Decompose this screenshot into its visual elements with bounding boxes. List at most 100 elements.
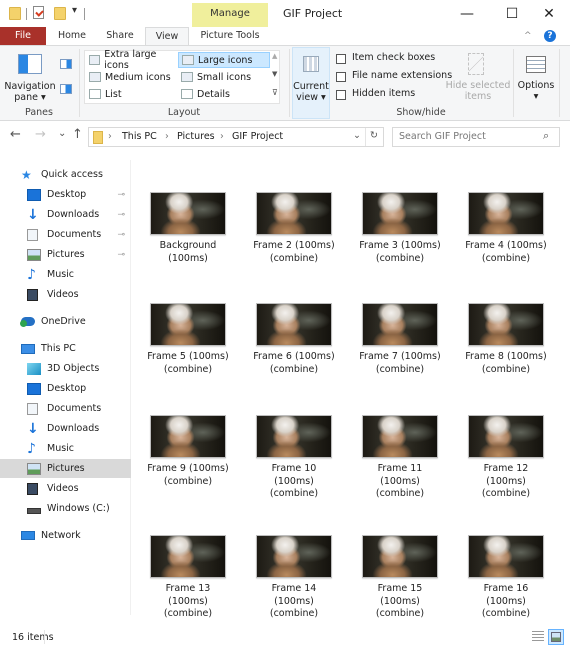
layout-large-icons[interactable]: Large icons <box>178 52 270 68</box>
sidebar-item-onedrive[interactable]: OneDrive <box>0 312 131 331</box>
search-input[interactable]: Search GIF Project <box>399 131 486 142</box>
file-item[interactable]: Frame 12 (100ms) (combine) <box>453 415 559 501</box>
sidebar-item-videos[interactable]: Videos <box>0 479 131 498</box>
file-name-extensions-label[interactable]: File name extensions <box>352 70 452 81</box>
breadcrumb-separator[interactable]: › <box>108 131 112 142</box>
details-pane-icon[interactable] <box>60 84 72 94</box>
breadcrumb-separator[interactable]: › <box>165 131 169 142</box>
current-view-button[interactable]: Current view ▾ <box>292 47 330 119</box>
breadcrumb-gif-project[interactable]: GIF Project <box>232 131 283 142</box>
tab-share[interactable]: Share <box>98 27 142 45</box>
layout-extra-large-icons[interactable]: Extra large icons <box>86 49 178 71</box>
address-bar[interactable]: › This PC › Pictures › GIF Project ⌄ ↻ <box>88 127 384 147</box>
show-hide-group-label: Show/hide <box>396 107 446 118</box>
large-icons-view-button[interactable] <box>548 629 564 645</box>
documents-icon <box>27 228 38 241</box>
gallery-scroll-up-icon[interactable]: ▲ <box>272 52 277 60</box>
new-folder-icon[interactable] <box>54 7 66 20</box>
file-name: Frame 16 (100ms) (combine) <box>481 583 531 619</box>
tab-view[interactable]: View <box>145 27 189 46</box>
hidden-items-checkbox[interactable] <box>336 90 346 100</box>
breadcrumb-this-pc[interactable]: This PC <box>122 131 157 142</box>
options-button[interactable]: Options ▾ <box>516 50 556 106</box>
file-grid: Background (100ms) Frame 2 (100ms) (combi… <box>135 160 565 625</box>
file-item[interactable]: Frame 15 (100ms) (combine) <box>347 535 453 621</box>
address-dropdown-icon[interactable]: ⌄ <box>353 130 361 141</box>
close-button[interactable]: ✕ <box>526 0 570 27</box>
file-item[interactable]: Frame 9 (100ms) (combine) <box>135 415 241 488</box>
pin-icon[interactable]: ⊸ <box>117 210 125 220</box>
sidebar-item-windows-c[interactable]: Windows (C:) <box>0 499 131 518</box>
properties-icon[interactable] <box>33 6 44 19</box>
file-item[interactable]: Frame 13 (100ms) (combine) <box>135 535 241 621</box>
file-item[interactable]: Frame 10 (100ms) (combine) <box>241 415 347 501</box>
preview-pane-icon[interactable] <box>60 59 72 69</box>
sidebar-item-quick-access[interactable]: ★ Quick access <box>0 165 131 184</box>
layout-medium-icons[interactable]: Medium icons <box>86 69 178 85</box>
sidebar-item-documents[interactable]: Documents <box>0 399 131 418</box>
pin-icon[interactable]: ⊸ <box>117 190 125 200</box>
sidebar-item-desktop[interactable]: Desktop <box>0 379 131 398</box>
file-name-extensions-checkbox[interactable] <box>336 72 346 82</box>
file-item[interactable]: Frame 3 (100ms) (combine) <box>347 192 453 265</box>
search-box[interactable]: Search GIF Project ⌕ <box>392 127 560 147</box>
minimize-button[interactable]: — <box>444 0 490 27</box>
file-item[interactable]: Frame 4 (100ms) (combine) <box>453 192 559 265</box>
file-item[interactable]: Frame 16 (100ms) (combine) <box>453 535 559 621</box>
help-icon[interactable]: ? <box>544 30 556 42</box>
gallery-scroll-down-icon[interactable]: ▼ <box>272 70 277 78</box>
file-name: Frame 10 (100ms) (combine) <box>269 463 319 499</box>
item-check-boxes-checkbox[interactable] <box>336 54 346 64</box>
hidden-items-label[interactable]: Hidden items <box>352 88 415 99</box>
sidebar-item-3d-objects[interactable]: 3D Objects <box>0 359 131 378</box>
layout-small-icons[interactable]: Small icons <box>178 69 270 85</box>
navigation-pane-label: Navigation pane ▾ <box>4 81 56 103</box>
sidebar-item-downloads[interactable]: ↓ Downloads ⊸ <box>0 205 131 224</box>
layout-list[interactable]: List <box>86 86 178 102</box>
sidebar-label: Desktop <box>47 383 87 394</box>
sidebar-item-this-pc[interactable]: This PC <box>0 339 131 358</box>
gallery-expand-icon[interactable]: ⊽ <box>272 88 278 97</box>
sidebar-item-videos[interactable]: Videos <box>0 285 131 304</box>
manage-tab-group[interactable]: Manage <box>192 3 268 27</box>
tab-file[interactable]: File <box>0 27 46 45</box>
sidebar-item-pictures[interactable]: Pictures ⊸ <box>0 245 131 264</box>
layout-details[interactable]: Details <box>178 86 270 102</box>
refresh-button[interactable]: ↻ <box>370 130 378 141</box>
customize-toolbar-icon[interactable]: ▾ <box>72 5 77 16</box>
tab-home[interactable]: Home <box>50 27 94 45</box>
sidebar-item-downloads[interactable]: ↓ Downloads <box>0 419 131 438</box>
pin-icon[interactable]: ⊸ <box>117 230 125 240</box>
breadcrumb-pictures[interactable]: Pictures <box>177 131 215 142</box>
file-item[interactable]: Frame 6 (100ms) (combine) <box>241 303 347 376</box>
file-item[interactable]: Frame 7 (100ms) (combine) <box>347 303 453 376</box>
back-button[interactable]: ← <box>10 127 21 142</box>
breadcrumb-separator[interactable]: › <box>220 131 224 142</box>
pin-icon[interactable]: ⊸ <box>117 250 125 260</box>
search-icon[interactable]: ⌕ <box>543 129 549 143</box>
up-button[interactable]: ↑ <box>72 127 83 142</box>
file-item[interactable]: Frame 5 (100ms) (combine) <box>135 303 241 376</box>
item-check-boxes-label[interactable]: Item check boxes <box>352 52 435 63</box>
file-item[interactable]: Frame 14 (100ms) (combine) <box>241 535 347 621</box>
sidebar-label: Documents <box>47 403 102 414</box>
sidebar-item-network[interactable]: Network <box>0 526 131 545</box>
sidebar-item-documents[interactable]: Documents ⊸ <box>0 225 131 244</box>
file-item[interactable]: Frame 8 (100ms) (combine) <box>453 303 559 376</box>
file-item[interactable]: Frame 11 (100ms) (combine) <box>347 415 453 501</box>
forward-button[interactable]: → <box>35 127 46 142</box>
recent-locations-button[interactable]: ⌄ <box>58 128 66 139</box>
sidebar-item-music[interactable]: ♪ Music <box>0 439 131 458</box>
file-item[interactable]: Frame 2 (100ms) (combine) <box>241 192 347 265</box>
file-thumbnail <box>256 303 332 346</box>
file-item[interactable]: Background (100ms) <box>135 192 241 265</box>
minimize-ribbon-icon[interactable]: ^ <box>524 31 532 41</box>
tab-picture-tools[interactable]: Picture Tools <box>192 27 268 45</box>
sidebar-item-music[interactable]: ♪ Music <box>0 265 131 284</box>
file-name: Frame 7 (100ms) (combine) <box>359 351 441 375</box>
details-view-button[interactable] <box>532 631 544 643</box>
navigation-pane-button[interactable]: Navigation pane ▾ <box>4 50 56 106</box>
sidebar-item-pictures[interactable]: Pictures <box>0 459 131 478</box>
sidebar-item-desktop[interactable]: Desktop ⊸ <box>0 185 131 204</box>
sidebar-label: Documents <box>47 229 102 240</box>
